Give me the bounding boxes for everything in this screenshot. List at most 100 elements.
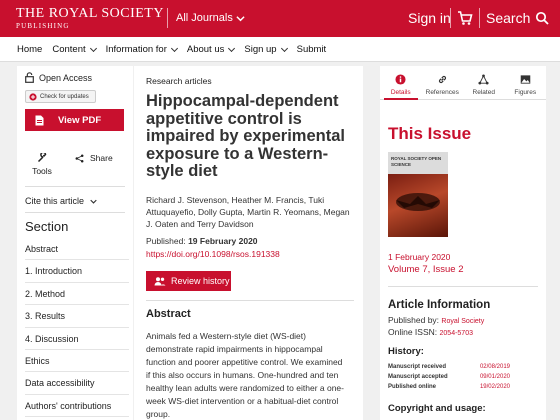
author-list[interactable]: Richard J. Stevenson, Heather M. Francis…: [146, 194, 358, 230]
published-date-value: 19 February 2020: [188, 236, 258, 246]
info-icon: [395, 73, 406, 85]
share-label: Share: [90, 153, 113, 163]
check-for-updates-button[interactable]: Check for updates: [25, 90, 96, 103]
history-heading: History:: [388, 346, 424, 357]
history-date: 09/01/2020: [479, 374, 510, 380]
all-journals-label: All Journals: [176, 12, 233, 24]
history-row: Manuscript received 02/08/2019: [388, 364, 510, 370]
nav-item-content[interactable]: Content: [52, 44, 97, 55]
nav-label: Content: [52, 44, 86, 55]
check-for-updates-label: Check for updates: [40, 93, 89, 100]
logo-line2: PUBLISHING: [16, 22, 70, 30]
issn-value: 2054-5703: [439, 330, 473, 337]
divider: [388, 286, 538, 287]
cite-this-article-button[interactable]: Cite this article: [25, 196, 97, 206]
article-main: Research articles Hippocampal-dependent …: [134, 66, 363, 420]
chevron-down-icon: [280, 44, 288, 52]
section-list: Abstract 1. Introduction 2. Method 3. Re…: [25, 238, 129, 418]
section-link-data-accessibility[interactable]: Data accessibility: [25, 372, 129, 395]
volume-issue-link[interactable]: Volume 7, Issue 2: [388, 264, 464, 275]
published-date: Published: 19 February 2020: [146, 236, 258, 246]
section-link-discussion[interactable]: 4. Discussion: [25, 328, 129, 350]
abstract-text: Animals fed a Western-style diet (WS-die…: [146, 331, 344, 419]
doi-link[interactable]: https://doi.org/10.1098/rsos.191338: [146, 249, 280, 259]
nav-label: Submit: [296, 44, 327, 55]
history-label: Manuscript accepted: [388, 374, 448, 380]
share-icon: [75, 154, 84, 162]
tab-details[interactable]: Details: [380, 66, 422, 100]
history-label: Published online: [388, 384, 437, 390]
nav-item-sign-up[interactable]: Sign up: [244, 44, 288, 55]
nav-label: Home: [17, 44, 43, 55]
tab-figures[interactable]: Figures: [505, 66, 547, 99]
nav-item-home[interactable]: Home: [17, 44, 42, 55]
search-button[interactable]: Search: [486, 10, 549, 26]
all-journals-menu[interactable]: All Journals: [176, 12, 245, 24]
share-button[interactable]: Share: [75, 153, 113, 163]
royal-society-logo[interactable]: THE ROYAL SOCIETY PUBLISHING: [16, 7, 164, 30]
article-title: Hippocampal-dependent appetitive control…: [146, 92, 345, 180]
open-access-badge: Open Access: [25, 72, 92, 83]
sidebar-tabs: Details References Related Figures: [380, 66, 546, 100]
pdf-file-icon: [35, 115, 44, 125]
cover-title: ROYAL SOCIETY OPEN SCIENCE: [388, 152, 448, 174]
network-icon: [478, 73, 489, 85]
link-icon: [438, 75, 446, 83]
history-row: Published online 19/02/2020: [388, 384, 510, 390]
bat-illustration: [396, 193, 440, 211]
tab-related[interactable]: Related: [463, 66, 505, 99]
sign-in-link[interactable]: Sign in: [408, 10, 451, 26]
chevron-down-icon: [89, 44, 97, 52]
history-date: 19/02/2020: [479, 384, 510, 390]
nav-item-submit[interactable]: Submit: [297, 44, 327, 55]
cart-icon[interactable]: [457, 10, 473, 26]
tab-label: Details: [390, 89, 411, 96]
tools-button[interactable]: Tools: [27, 153, 57, 176]
main-nav: Home Content Information for About us Si…: [0, 37, 560, 62]
article-type: Research articles: [146, 76, 212, 86]
published-by-label: Published by:: [388, 315, 440, 325]
section-heading: Section: [25, 219, 69, 234]
left-sidebar: Open Access Check for updates View PDF T…: [17, 66, 133, 420]
search-icon: [536, 11, 549, 25]
section-link-results[interactable]: 3. Results: [25, 305, 129, 328]
unlock-icon: [25, 72, 34, 83]
divider: [167, 8, 168, 28]
chevron-down-icon: [228, 44, 236, 52]
right-sidebar: Details References Related Figures This …: [380, 66, 546, 420]
chevron-down-icon: [170, 44, 178, 52]
divider: [479, 8, 480, 28]
view-pdf-button[interactable]: View PDF: [25, 109, 124, 131]
abstract-heading: Abstract: [146, 308, 191, 320]
published-by: Published by: Royal Society: [388, 315, 484, 325]
history-row: Manuscript accepted 09/01/2020: [388, 374, 510, 380]
review-history-button[interactable]: Review history: [146, 271, 231, 291]
divider: [146, 300, 354, 301]
open-access-label: Open Access: [39, 72, 93, 83]
nav-label: Information for: [105, 44, 167, 55]
divider: [25, 212, 125, 213]
tools-label: Tools: [32, 166, 52, 176]
wrench-icon: [37, 153, 47, 163]
chevron-down-icon: [90, 199, 97, 204]
section-link-abstract[interactable]: Abstract: [25, 238, 129, 261]
history-label: Manuscript received: [388, 364, 447, 370]
this-issue-heading: This Issue: [388, 124, 472, 143]
section-link-method[interactable]: 2. Method: [25, 283, 129, 306]
journal-cover-image[interactable]: ROYAL SOCIETY OPEN SCIENCE: [388, 152, 448, 237]
section-link-ethics[interactable]: Ethics: [25, 350, 129, 373]
publisher-link[interactable]: Royal Society: [441, 318, 484, 325]
nav-label: About us: [186, 44, 225, 55]
cite-label: Cite this article: [25, 196, 85, 206]
chevron-down-icon: [236, 15, 245, 21]
section-link-introduction[interactable]: 1. Introduction: [25, 260, 129, 283]
online-issn: Online ISSN: 2054-5703: [388, 327, 473, 337]
section-link-authors-contributions[interactable]: Authors' contributions: [25, 395, 129, 418]
cover-photo: [388, 174, 448, 237]
tab-label: Figures: [514, 89, 537, 96]
nav-item-about-us[interactable]: About us: [186, 44, 236, 55]
nav-item-information-for[interactable]: Information for: [105, 44, 178, 55]
top-bar: THE ROYAL SOCIETY PUBLISHING All Journal…: [0, 0, 560, 37]
history-date: 02/08/2019: [479, 364, 510, 370]
tab-references[interactable]: References: [422, 66, 464, 99]
